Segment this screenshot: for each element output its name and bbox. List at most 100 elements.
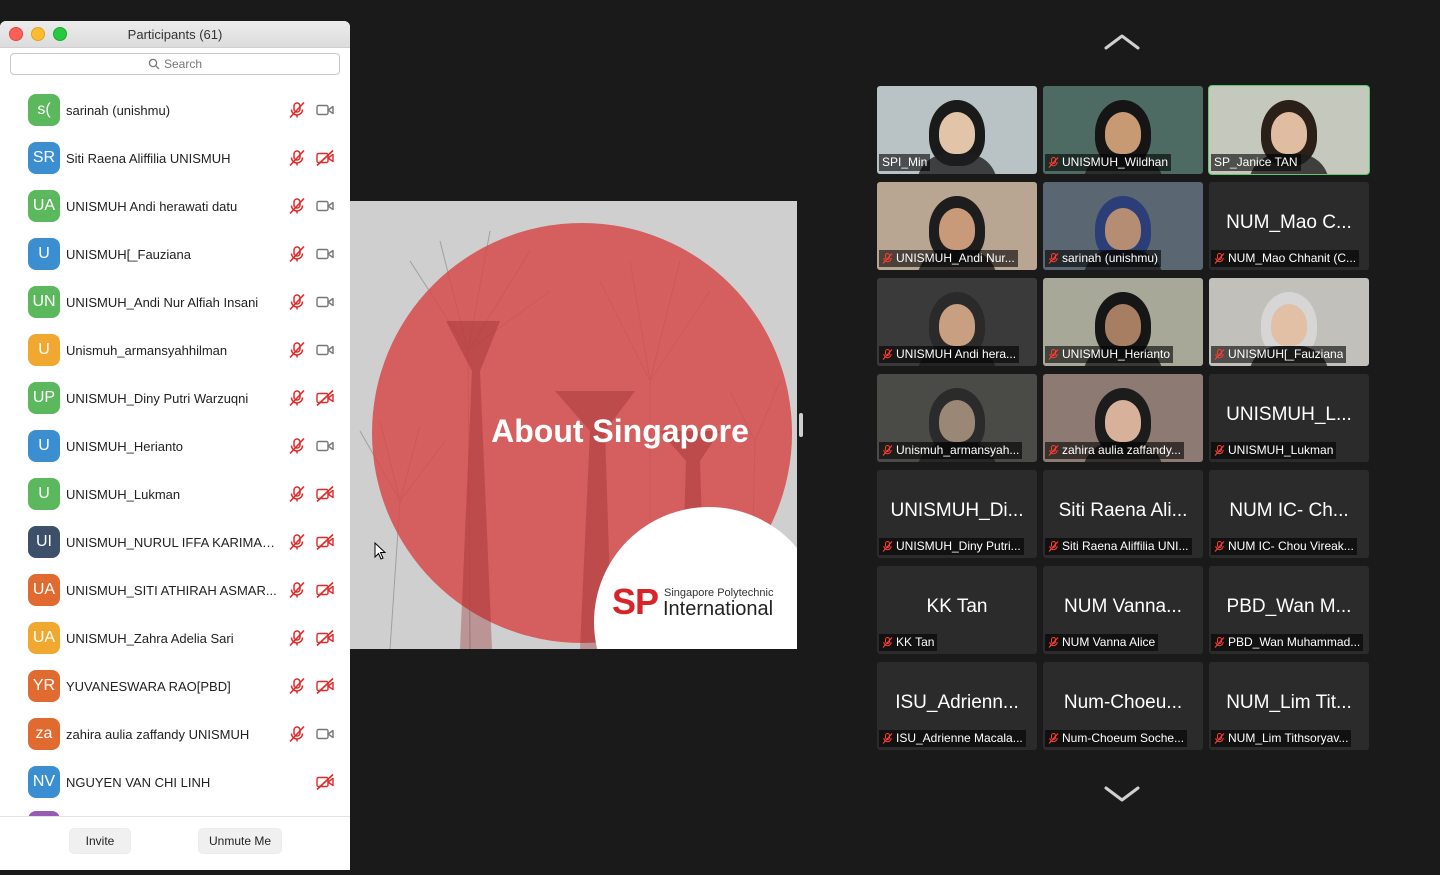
participant-row[interactable]: SR Siti Raena Aliffilia UNISMUH [0,134,350,182]
mic-muted-icon [1048,445,1059,456]
search-input[interactable]: Search [10,53,340,75]
participant-row[interactable]: s(sarinah (unishmu) [0,86,350,134]
chevron-down-icon[interactable] [1104,784,1140,804]
mic-muted-icon [882,637,893,648]
invite-button[interactable]: Invite [69,828,131,854]
video-off-icon [315,533,335,551]
participants-panel: Participants (61) Search s(sarinah (unis… [0,21,350,870]
participant-name: UNISMUH_Andi Nur Alfiah Insani [66,294,259,310]
video-tile[interactable]: UNISMUH_L... UNISMUH_Lukman [1209,374,1369,462]
mic-muted-icon [1048,157,1059,168]
video-tile[interactable]: sarinah (unishmu) [1043,182,1203,270]
person-face [1105,112,1141,154]
video-camera-icon [315,293,335,311]
mic-muted-icon [288,293,306,311]
tile-name-label: SPI_Min [879,154,931,171]
participant-name: UNISMUH_SITI ATHIRAH ASMAR... [66,582,277,598]
video-tile[interactable]: UNISMUH_Herianto [1043,278,1203,366]
participant-name: Siti Raena Aliffilia UNISMUH [66,150,231,166]
person-face [1105,208,1141,250]
participant-name: UNISMUH_NURUL IFFA KARIMA_... [66,534,278,550]
participant-name: UNISMUH Andi herawati datu [66,198,238,214]
video-tile[interactable]: Unismuh_armansyah... [877,374,1037,462]
tile-name-text: UNISMUH_Wildhan [1062,155,1169,169]
participants-titlebar: Participants (61) [0,21,350,48]
mic-muted-icon [1048,253,1059,264]
participant-row[interactable]: UA UNISMUH Andi herawati datu [0,182,350,230]
participant-row[interactable]: UN UNISMUH_Andi Nur Alfiah Insani [0,278,350,326]
zoom-window-button[interactable] [53,27,67,41]
video-tile[interactable]: Siti Raena Ali... Siti Raena Aliffilia UN… [1043,470,1203,558]
window-controls [9,27,67,41]
video-tile[interactable]: Num-Choeu... Num-Choeum Soche... [1043,662,1203,750]
mic-muted-icon [288,629,306,647]
mic-muted-icon [1048,733,1059,744]
participant-row[interactable]: U UNISMUH_Lukman [0,470,350,518]
participant-row[interactable]: UA UNISMUH_SITI ATHIRAH ASMAR... [0,566,350,614]
participant-list[interactable]: s(sarinah (unishmu) SR Siti Raena Aliffili… [0,86,350,816]
video-tile[interactable]: zahira aulia zaffandy... [1043,374,1203,462]
avatar: UA [28,574,60,606]
video-tile[interactable]: NUM_Mao C... NUM_Mao Chhanit (C... [1209,182,1369,270]
mic-muted-icon [288,149,306,167]
unmute-me-button[interactable]: Unmute Me [198,828,282,854]
tile-display-name: UNISMUH_L... [1226,404,1352,425]
tile-display-name: NUM IC- Ch... [1229,500,1349,521]
mic-muted-icon [288,437,306,455]
mic-muted-icon [288,677,306,695]
participant-row[interactable]: UA UNISMUH_Zahra Adelia Sari [0,614,350,662]
video-tile[interactable]: NUM_Lim Tit... NUM_Lim Tithsoryav... [1209,662,1369,750]
video-tile[interactable]: UNISMUH_Andi Nur... [877,182,1037,270]
video-off-icon [315,485,335,503]
video-tile[interactable]: PBD_Wan M... PBD_Wan Muhammad... [1209,566,1369,654]
video-tile[interactable]: NUM IC- Ch... NUM IC- Chou Vireak... [1209,470,1369,558]
chevron-up-icon[interactable] [1104,32,1140,52]
participant-row[interactable]: U UNISMUH_Herianto [0,422,350,470]
participant-name: UNISMUH_Diny Putri Warzuqni [66,390,249,406]
tile-name-label: Num-Choeum Soche... [1045,730,1188,747]
video-tile[interactable]: UNISMUH_Di... UNISMUH_Diny Putri... [877,470,1037,558]
tile-name-text: SPI_Min [882,155,928,169]
person-face [1105,400,1141,442]
minimize-window-button[interactable] [31,27,45,41]
tile-name-text: zahira aulia zaffandy... [1062,443,1181,457]
video-camera-icon [315,437,335,455]
split-divider-handle[interactable] [799,413,803,437]
tile-name-text: Num-Choeum Soche... [1062,731,1185,745]
mic-muted-icon [288,533,306,551]
video-tile[interactable]: KK Tan KK Tan [877,566,1037,654]
participant-name: UNISMUH_Herianto [66,438,184,454]
tile-display-name: NUM_Lim Tit... [1226,692,1352,713]
video-tile[interactable]: NUM Vanna... NUM Vanna Alice [1043,566,1203,654]
participant-row[interactable]: U Unismuh_armansyahhilman [0,326,350,374]
tile-name-text: NUM IC- Chou Vireak... [1228,539,1354,553]
close-window-button[interactable] [9,27,23,41]
video-tile[interactable]: SP_Janice TAN [1208,85,1370,175]
tile-display-name: NUM_Mao C... [1226,212,1352,233]
video-off-icon [315,677,335,695]
mic-muted-icon [288,245,306,263]
video-tile[interactable]: UNISMUH[_Fauziana [1209,278,1369,366]
mic-muted-icon [288,581,306,599]
mic-muted-icon [288,197,306,215]
participant-row[interactable]: za zahira aulia zaffandy UNISMUH [0,710,350,758]
video-tile[interactable]: ISU_Adrienn... ISU_Adrienne Macala... [877,662,1037,750]
video-tile[interactable]: UNISMUH_Wildhan [1043,86,1203,174]
participant-row[interactable]: UP UNISMUH_Diny Putri Warzuqni [0,374,350,422]
video-tile[interactable]: UNISMUH Andi hera... [877,278,1037,366]
video-tile[interactable]: SPI_Min [877,86,1037,174]
tile-display-name: UNISMUH_Di... [890,500,1024,521]
participant-row[interactable]: YR YUVANESWARA RAO[PBD] [0,662,350,710]
video-off-icon [315,629,335,647]
participant-row[interactable]: NV NGUYEN VAN CHI LINH [0,758,350,806]
avatar: U [28,430,60,462]
participant-row[interactable]: UI UNISMUH_NURUL IFFA KARIMA_... [0,518,350,566]
video-camera-icon [315,341,335,359]
logo-line-2: International [663,598,774,620]
participant-row[interactable]: U UNISMUH[_Fauziana [0,230,350,278]
tile-name-label: SP_Janice TAN [1211,154,1301,171]
tile-name-label: PBD_Wan Muhammad... [1211,634,1364,651]
tile-name-label: UNISMUH_Diny Putri... [879,538,1024,555]
tile-name-text: UNISMUH_Diny Putri... [896,539,1021,553]
person-face [939,400,975,442]
